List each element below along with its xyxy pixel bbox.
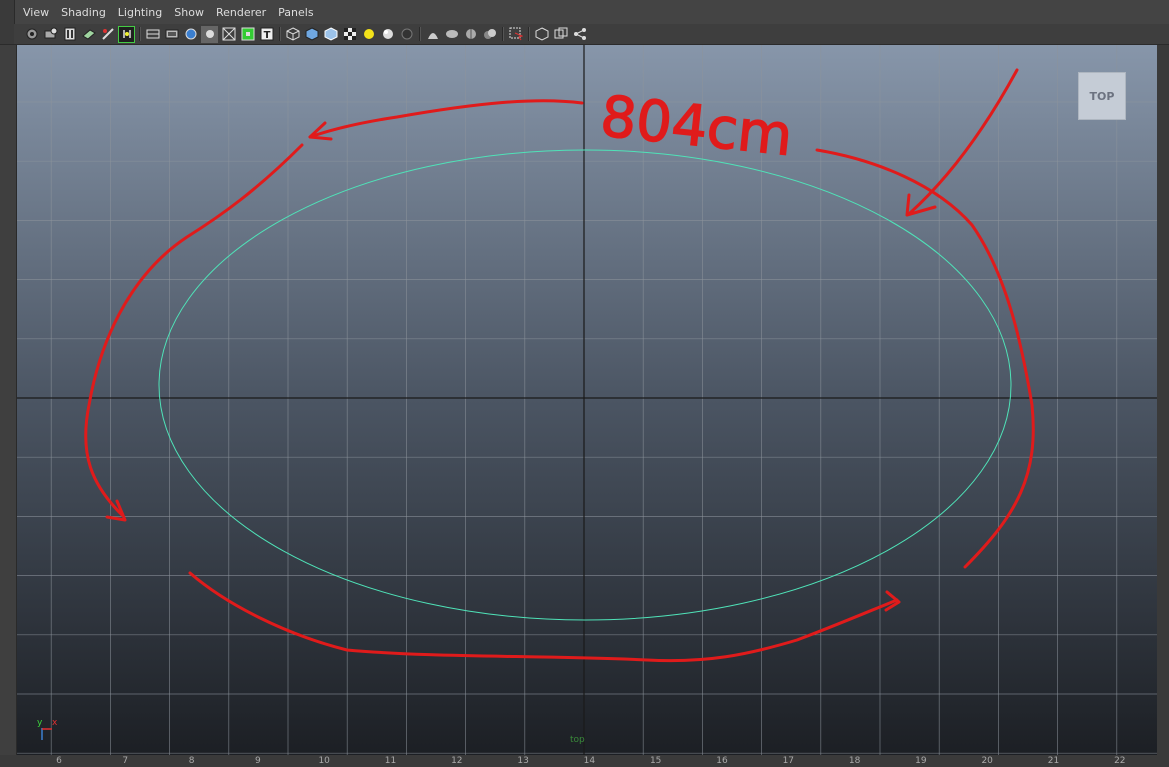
ruler-number: 15 <box>649 756 662 766</box>
toolbar-separator <box>502 27 503 41</box>
safe-title-icon[interactable] <box>239 26 256 43</box>
camera-name-label: top <box>570 735 585 745</box>
ruler-number: 18 <box>848 756 861 766</box>
ruler-number: 19 <box>915 756 927 766</box>
shaded-wireframe-icon[interactable] <box>322 26 339 43</box>
right-side-strip <box>1157 45 1169 767</box>
ruler-number: 8 <box>188 756 195 766</box>
toolbar-separator <box>419 27 420 41</box>
multisample-aa-icon[interactable] <box>462 26 479 43</box>
ruler-number: 21 <box>1047 756 1060 766</box>
ruler-number: 7 <box>122 756 129 766</box>
viewport-background <box>17 45 1157 755</box>
bookmarks-icon[interactable] <box>61 26 78 43</box>
ruler-number: 13 <box>517 756 529 766</box>
menu-show[interactable]: Show <box>174 6 204 19</box>
ruler-number: 6 <box>56 756 62 766</box>
panel-toolbar: T <box>0 24 1169 45</box>
camera-select-icon[interactable] <box>23 26 40 43</box>
resolution-gate-icon[interactable] <box>163 26 180 43</box>
default-light-icon[interactable] <box>360 26 377 43</box>
xray-joints-icon[interactable] <box>571 26 588 43</box>
ruler-number: 9 <box>255 756 261 766</box>
ruler-number: 17 <box>782 756 795 766</box>
grease-pencil-icon[interactable] <box>99 26 116 43</box>
menu-renderer[interactable]: Renderer <box>216 6 266 19</box>
view-cube[interactable]: TOP <box>1078 72 1126 120</box>
text-icon[interactable]: T <box>258 26 275 43</box>
field-chart-icon[interactable] <box>201 25 218 43</box>
image-plane-icon[interactable] <box>80 26 97 43</box>
left-side-strip <box>0 45 17 767</box>
svg-text:T: T <box>263 30 270 41</box>
toolbar-separator <box>139 27 140 41</box>
textured-icon[interactable] <box>341 26 358 43</box>
use-all-lights-icon[interactable] <box>379 26 396 43</box>
menu-shading[interactable]: Shading <box>61 6 106 19</box>
top-viewport[interactable]: 804cm <box>17 45 1157 755</box>
menu-panels[interactable]: Panels <box>278 6 313 19</box>
ruler-number: 11 <box>384 756 397 766</box>
axis-indicator-lines <box>41 728 52 740</box>
panel-menu-bar: View Shading Lighting Show Renderer Pane… <box>0 0 1169 24</box>
depth-of-field-icon[interactable] <box>481 26 498 43</box>
grid-icon[interactable] <box>118 25 135 43</box>
gate-mask-icon[interactable] <box>182 26 199 43</box>
wireframe-icon[interactable] <box>284 26 301 43</box>
toolbar-separator <box>279 27 280 41</box>
smooth-shade-icon[interactable] <box>303 26 320 43</box>
panel-handle[interactable] <box>0 0 15 24</box>
menu-lighting[interactable]: Lighting <box>118 6 162 19</box>
safe-action-icon[interactable] <box>220 26 237 43</box>
xray-icon[interactable] <box>533 26 550 43</box>
ruler-number: 10 <box>318 756 330 766</box>
xray-active-components-icon[interactable] <box>552 26 569 43</box>
ruler-number: 22 <box>1114 756 1126 766</box>
ruler-number: 20 <box>981 756 993 766</box>
ruler-number: 14 <box>583 756 596 766</box>
shadows-icon[interactable] <box>398 26 415 43</box>
ruler-number: 12 <box>451 756 463 766</box>
toolbar-handle <box>0 24 14 44</box>
motion-blur-icon[interactable] <box>443 26 460 43</box>
isolate-select-icon[interactable] <box>507 26 524 43</box>
screen-space-ao-icon[interactable] <box>424 26 441 43</box>
ruler-number: 16 <box>716 756 728 766</box>
film-gate-icon[interactable] <box>144 26 161 43</box>
camera-attributes-icon[interactable] <box>42 26 59 43</box>
menu-view[interactable]: View <box>23 6 49 19</box>
toolbar-separator <box>528 27 529 41</box>
bottom-ruler: 6 7 8 9 10 11 12 13 14 15 16 17 18 19 20 21 22 <box>0 755 1169 767</box>
